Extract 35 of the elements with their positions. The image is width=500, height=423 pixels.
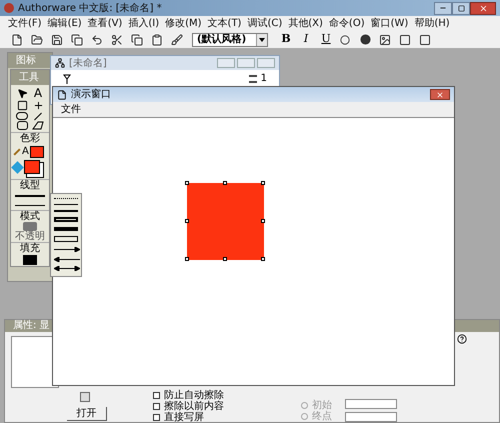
menu-item[interactable]: 查看(V) [88,16,122,31]
menu-item[interactable]: 文件 [61,102,81,117]
section-label: 色彩 [11,132,49,144]
menu-item[interactable]: 调试(C) [247,16,282,31]
radio-label: 初始 [312,400,332,410]
radio-label: 终点 [312,412,332,422]
menu-item[interactable]: 其他(X) [288,16,323,31]
window-title: Authorware 中文版: [未命名] * [18,2,162,16]
menu-item[interactable]: 文本(T) [208,16,242,31]
section-label: 填充 [11,242,49,254]
palette-title: 工具 [11,70,49,85]
pen-color-letter: A [22,145,29,159]
window-title: 演示窗口 [71,88,111,102]
format-button[interactable]: I [298,31,314,48]
palette-title: 图标 [8,53,52,68]
menu-item[interactable]: 帮助(H) [414,16,450,31]
section-label: 线型 [11,179,49,191]
menu-item[interactable]: 窗口(W) [370,16,408,31]
menu-item[interactable]: 插入(I) [128,16,160,31]
page-number: 1 [260,72,267,86]
menu-item[interactable]: 文件(F) [8,16,42,31]
format-button[interactable]: B [278,31,294,48]
menu-item[interactable]: 编辑(E) [48,16,82,31]
format-button[interactable]: U [318,31,334,48]
checkbox-label: 擦除以前内容 [164,402,224,412]
menu-item[interactable]: 命令(O) [328,16,365,31]
open-button[interactable]: 打开 [67,407,107,421]
panel-title: 属性: 显 [13,321,50,331]
text-tool[interactable]: A [34,87,42,99]
checkbox-label: 直接写屏 [164,412,204,422]
window-title: [未命名] [69,56,107,70]
style-select[interactable]: (默认风格) [192,32,268,46]
checkbox-label: 防止自动擦除 [164,390,224,400]
menu-item[interactable]: 修改(M) [165,16,202,31]
mode-value: 不透明 [14,231,46,242]
